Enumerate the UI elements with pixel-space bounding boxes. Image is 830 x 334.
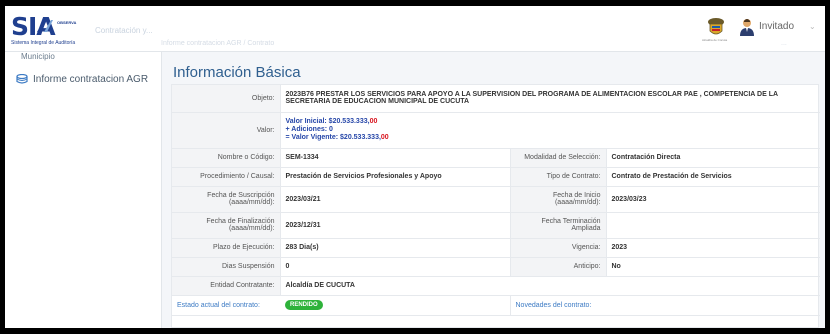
- valor-inicial: Valor Inicial: $20.533.333,00: [285, 118, 378, 125]
- field-value: [606, 212, 820, 239]
- sidebar-item-municipio[interactable]: Municipio: [21, 52, 55, 61]
- field-value: Prestación de Servicios Profesionales y …: [280, 167, 510, 187]
- table-row: Procedimiento / Causal: Prestación de Se…: [172, 167, 820, 187]
- table-row-valor: Valor: Valor Inicial: $20.533.333,00 + A…: [172, 112, 820, 149]
- database-icon: [16, 74, 28, 84]
- table-row-estado: Estado actual del contrato: RENDIDO Nove…: [172, 295, 820, 316]
- objeto-label: Objeto:: [172, 85, 281, 113]
- estado-label: Estado actual del contrato:: [172, 295, 280, 316]
- sidebar-item-label: Informe contratacion AGR: [33, 73, 149, 85]
- logo-brand: OBSERVA: [57, 20, 77, 25]
- info-panel: Objeto: 2023B76 PRESTAR LOS SERVICIOS PA…: [171, 84, 820, 328]
- field-value: 0: [280, 257, 510, 277]
- objeto-value: 2023B76 PRESTAR LOS SERVICIOS PARA APOYO…: [280, 85, 820, 113]
- field-label: Plazo de Ejecución:: [172, 238, 281, 258]
- field-value: SEM-1334: [280, 148, 510, 168]
- adiciones: + Adiciones: 0: [285, 126, 333, 133]
- valor-label: Valor:: [172, 112, 281, 149]
- table-row: Dias Suspensión 0 Anticipo: No: [172, 257, 820, 277]
- field-label: Tipo de Contrato:: [509, 167, 607, 187]
- field-value: Contrato de Prestación de Servicios: [606, 167, 820, 187]
- contract-info-table: Objeto: 2023B76 PRESTAR LOS SERVICIOS PA…: [172, 85, 820, 316]
- logo-subtitle: Sistema Integral de Auditoría: [11, 40, 76, 46]
- field-value: 2023/03/21: [280, 186, 510, 213]
- field-label: Vigencia:: [509, 238, 607, 258]
- coat-of-arms-icon: Alcaldía de Cúcuta: [702, 16, 727, 42]
- field-value: 283 Dia(s): [280, 238, 510, 258]
- emblem-caption: Alcaldía de Cúcuta: [702, 38, 728, 42]
- chevron-down-icon[interactable]: ⌄: [809, 22, 816, 31]
- user-menu-name[interactable]: Invitado: [759, 21, 794, 32]
- sidebar: Municipio Informe contratacion AGR: [5, 52, 162, 328]
- field-value: Contratación Directa: [606, 148, 820, 168]
- sidebar-item-informe-contratacion[interactable]: Informe contratacion AGR: [16, 69, 148, 89]
- main-content: Información Básica Objeto: 2023B76 PREST…: [171, 52, 820, 328]
- field-label: Fecha Terminación Ampliada: [509, 212, 607, 239]
- status-badge: RENDIDO: [285, 300, 323, 310]
- faded-toolbar: ...: [781, 40, 787, 47]
- app-window: SIA OBSERVA Sistema Integral de Auditorí…: [5, 6, 825, 328]
- logo-swoosh-icon: [37, 18, 53, 32]
- field-label: Anticipo:: [509, 257, 607, 277]
- field-label: Dias Suspensión: [172, 257, 281, 277]
- entidad-value: Alcaldía DE CUCUTA: [280, 276, 820, 296]
- user-avatar-icon[interactable]: [739, 18, 755, 36]
- table-row-entidad: Entidad Contratante: Alcaldía DE CUCUTA: [172, 276, 820, 296]
- table-row: Plazo de Ejecución: 283 Dia(s) Vigencia:…: [172, 238, 820, 258]
- page-title: Información Básica: [173, 64, 301, 81]
- field-value: No: [606, 257, 820, 277]
- valor-vigente: = Valor Vigente: $20.533.333,00: [285, 134, 389, 141]
- table-row-objeto: Objeto: 2023B76 PRESTAR LOS SERVICIOS PA…: [172, 85, 820, 113]
- field-label: Procedimiento / Causal:: [172, 167, 281, 187]
- field-value: 2023/03/23: [606, 186, 820, 213]
- top-header: SIA OBSERVA Sistema Integral de Auditorí…: [5, 6, 825, 52]
- novedades-label[interactable]: Novedades del contrato:: [509, 295, 606, 316]
- valor-value: Valor Inicial: $20.533.333,00 + Adicione…: [280, 112, 820, 149]
- table-row: Fecha de Finalización (aaaa/mm/dd): 2023…: [172, 212, 820, 239]
- field-label: Nombre o Código:: [172, 148, 281, 168]
- field-label: Fecha de Finalización (aaaa/mm/dd):: [172, 212, 281, 239]
- faded-page-title: Contratación y...: [95, 26, 153, 35]
- field-label: Fecha de Suscripción (aaaa/mm/dd):: [172, 186, 281, 213]
- field-label: Modalidad de Selección:: [509, 148, 607, 168]
- estado-value: RENDIDO: [280, 295, 510, 316]
- sia-logo[interactable]: SIA OBSERVA Sistema Integral de Auditorí…: [11, 14, 99, 47]
- table-row: Nombre o Código: SEM-1334 Modalidad de S…: [172, 148, 820, 168]
- breadcrumb: Informe contratacion AGR / Contrato: [161, 40, 275, 47]
- field-label: Fecha de Inicio (aaaa/mm/dd):: [509, 186, 607, 213]
- table-row: Fecha de Suscripción (aaaa/mm/dd): 2023/…: [172, 186, 820, 213]
- field-value: 2023/12/31: [280, 212, 510, 239]
- entidad-label: Entidad Contratante:: [172, 276, 281, 296]
- field-value: 2023: [606, 238, 820, 258]
- novedades-value: [606, 295, 820, 316]
